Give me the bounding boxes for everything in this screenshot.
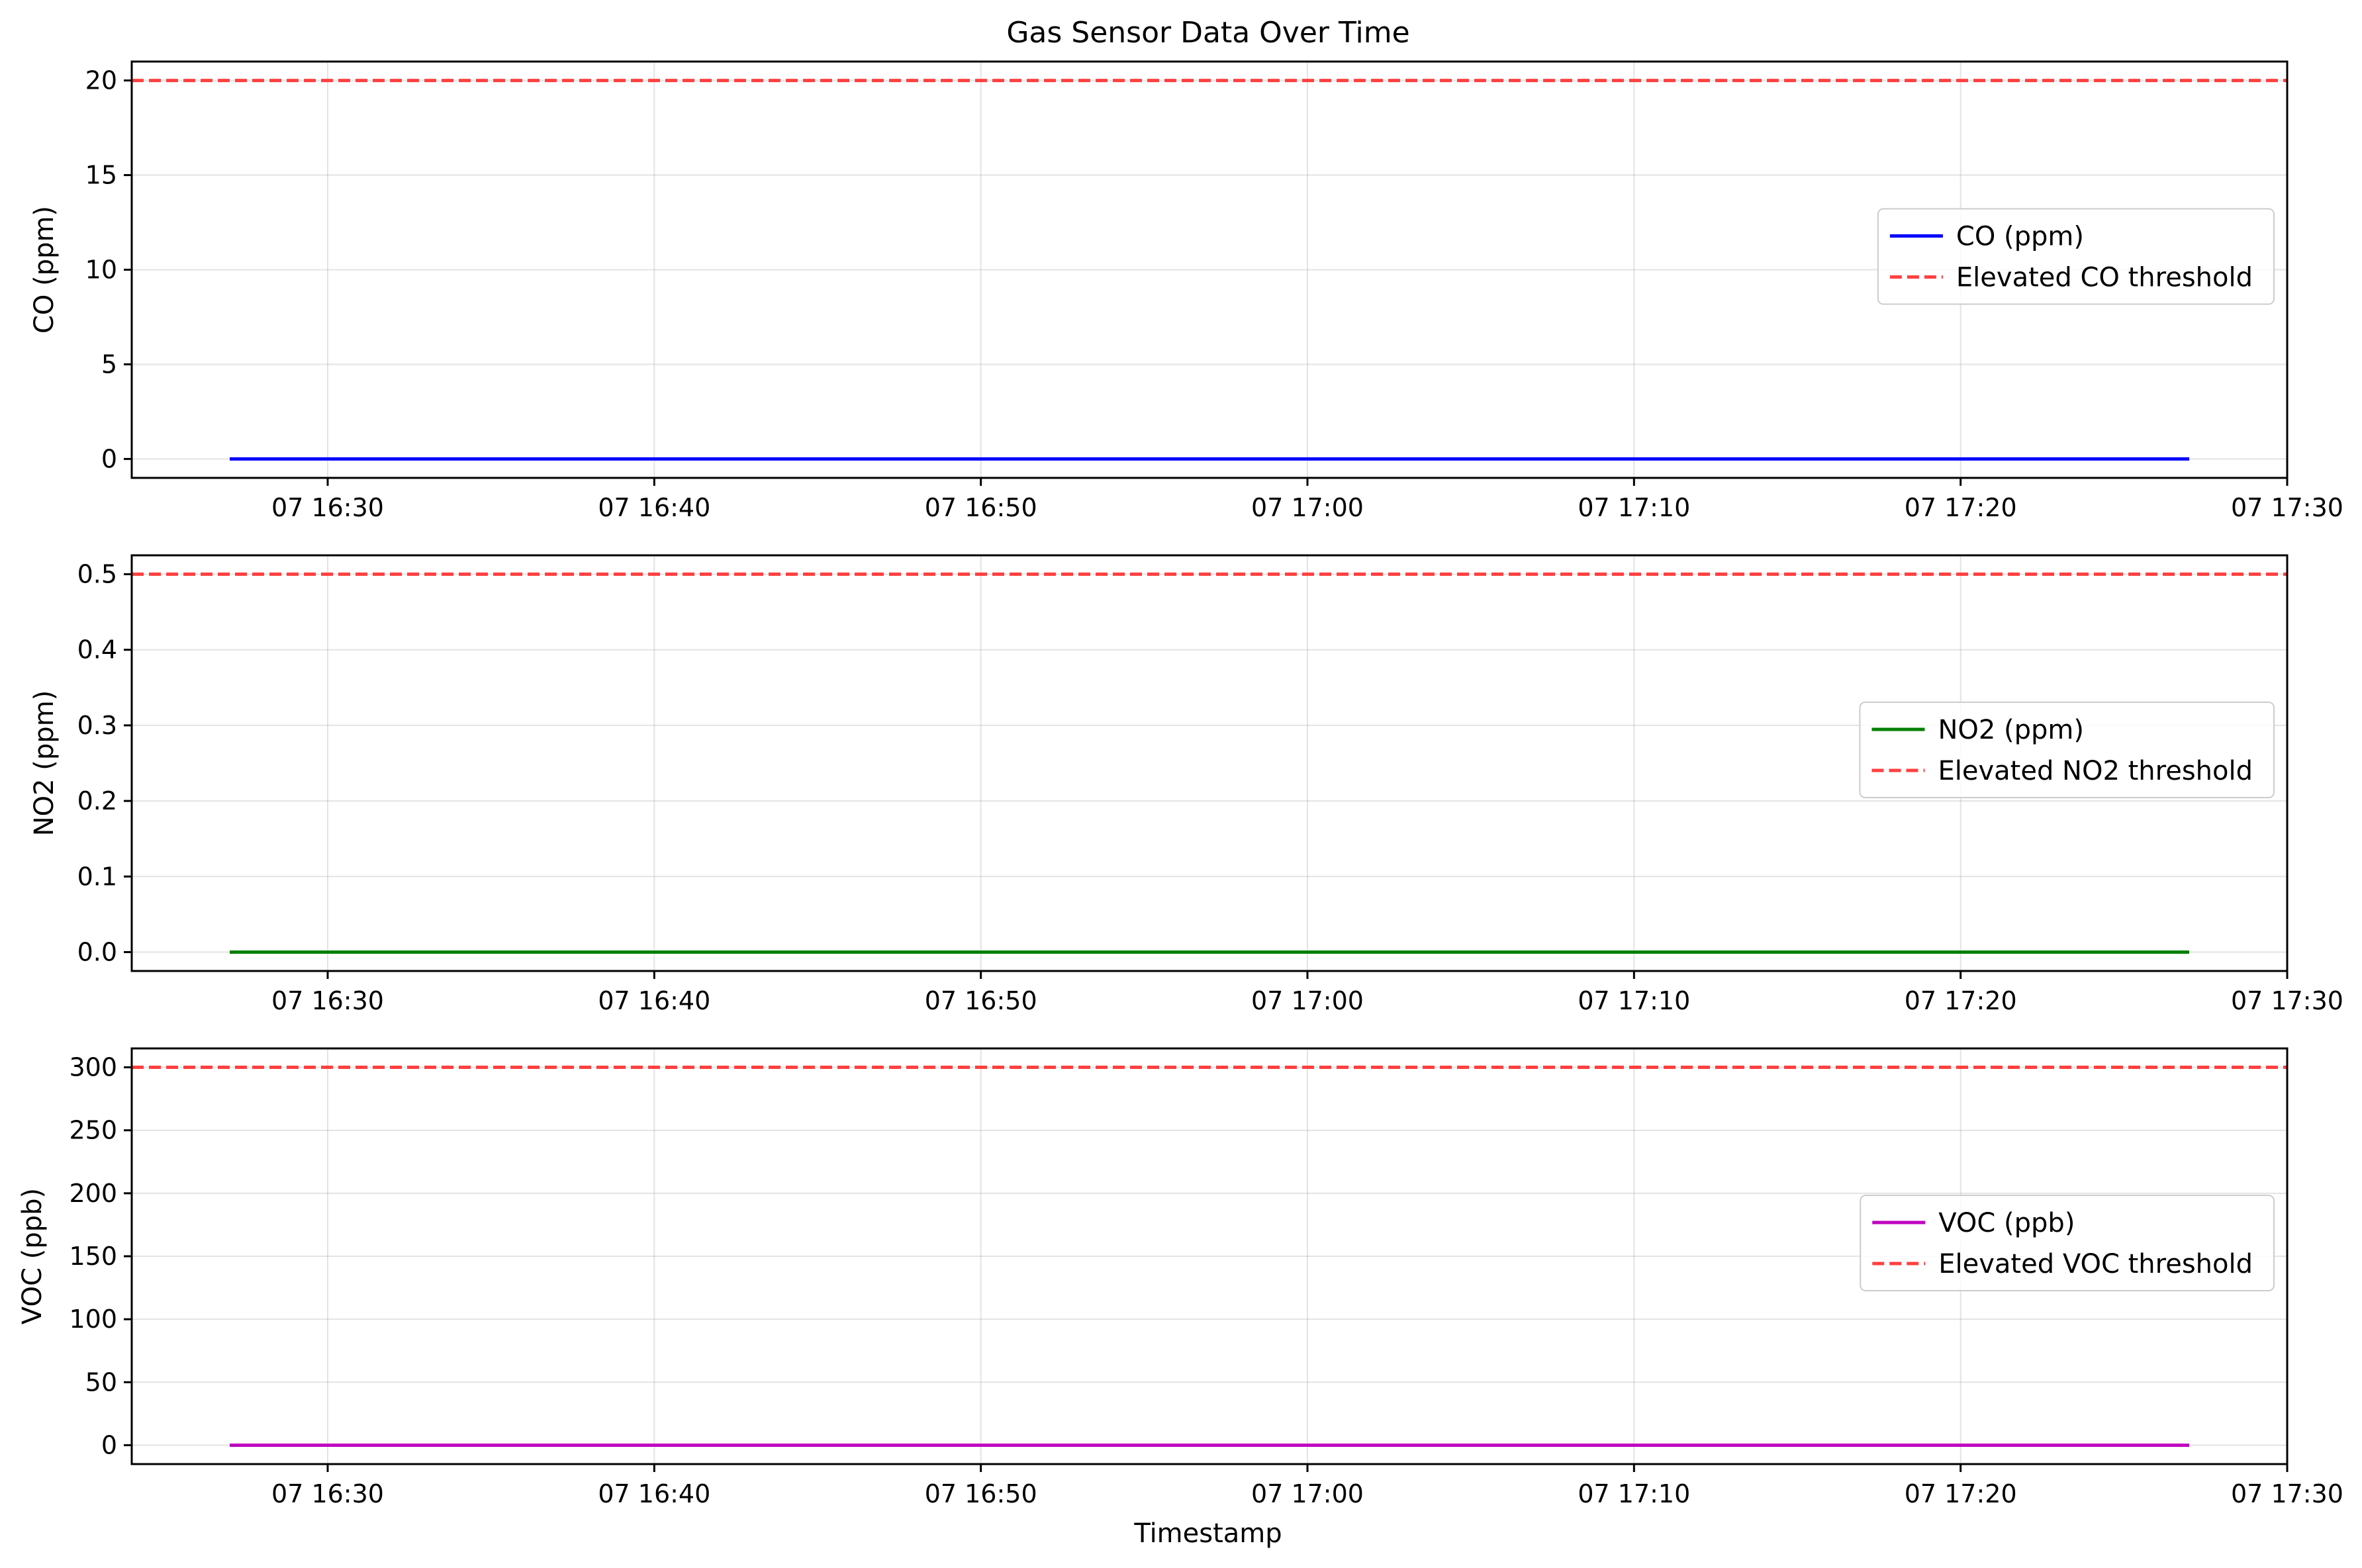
y-tick-label: 250 (69, 1116, 117, 1145)
y-tick-label: 20 (85, 66, 117, 95)
x-tick-label: 07 17:10 (1578, 493, 1690, 522)
y-axis-title: VOC (ppb) (17, 1188, 48, 1324)
x-tick-label: 07 16:30 (271, 986, 384, 1015)
x-tick-label: 07 17:00 (1251, 493, 1364, 522)
x-tick-label: 07 17:30 (2231, 1479, 2343, 1508)
legend-label: Elevated NO2 threshold (1938, 756, 2253, 786)
y-tick-label: 0.5 (77, 560, 117, 589)
y-tick-label: 0.0 (77, 937, 117, 966)
legend: NO2 (ppm) Elevated NO2 threshold (1859, 702, 2275, 798)
y-axis-title: NO2 (ppm) (29, 690, 60, 837)
x-tick-label: 07 16:50 (925, 1479, 1037, 1508)
x-tick-label: 07 17:30 (2231, 493, 2343, 522)
x-tick-label: 07 17:20 (1905, 493, 2017, 522)
legend-label: CO (ppm) (1956, 222, 2084, 252)
y-tick-label: 0 (101, 444, 117, 473)
x-tick-label: 07 16:50 (925, 986, 1037, 1015)
x-tick-label: 07 16:40 (598, 1479, 710, 1508)
y-tick-label: 300 (69, 1053, 117, 1082)
x-tick-label: 07 17:30 (2231, 986, 2343, 1015)
x-tick-label: 07 17:20 (1905, 1479, 2017, 1508)
x-tick-label: 07 16:40 (598, 493, 710, 522)
y-tick-label: 10 (85, 255, 117, 285)
y-tick-label: 15 (85, 161, 117, 190)
y-tick-label: 0.2 (77, 786, 117, 815)
legend-label: Elevated VOC threshold (1938, 1249, 2253, 1279)
y-tick-label: 0.1 (77, 862, 117, 891)
y-tick-label: 5 (101, 349, 117, 379)
legend-label: VOC (ppb) (1938, 1208, 2075, 1238)
legend-label: NO2 (ppm) (1938, 715, 2084, 745)
chart-title: Gas Sensor Data Over Time (1006, 16, 1409, 50)
y-tick-label: 100 (69, 1305, 117, 1334)
gas-sensor-figure: Gas Sensor Data Over Time 0 5 10 15 20 07 16:… (0, 0, 2362, 1568)
x-tick-label: 07 16:50 (925, 493, 1037, 522)
y-tick-label: 0 (101, 1430, 117, 1459)
legend-label: Elevated CO threshold (1956, 263, 2253, 293)
x-tick-label: 07 17:10 (1578, 986, 1690, 1015)
y-axis-title: CO (ppm) (29, 206, 60, 334)
x-tick-label: 07 16:30 (271, 493, 384, 522)
y-tick-label: 50 (85, 1367, 117, 1397)
y-tick-label: 200 (69, 1179, 117, 1208)
x-tick-label: 07 17:20 (1905, 986, 2017, 1015)
x-tick-label: 07 17:00 (1251, 986, 1364, 1015)
y-tick-label: 150 (69, 1242, 117, 1271)
legend: CO (ppm) Elevated CO threshold (1877, 208, 2275, 305)
x-tick-label: 07 17:10 (1578, 1479, 1690, 1508)
x-axis-title: Timestamp (1133, 1518, 1282, 1549)
x-tick-label: 07 16:30 (271, 1479, 384, 1508)
y-tick-label: 0.3 (77, 711, 117, 740)
y-tick-label: 0.4 (77, 635, 117, 665)
legend: VOC (ppb) Elevated VOC threshold (1860, 1195, 2275, 1291)
x-tick-label: 07 16:40 (598, 986, 710, 1015)
x-tick-label: 07 17:00 (1251, 1479, 1364, 1508)
